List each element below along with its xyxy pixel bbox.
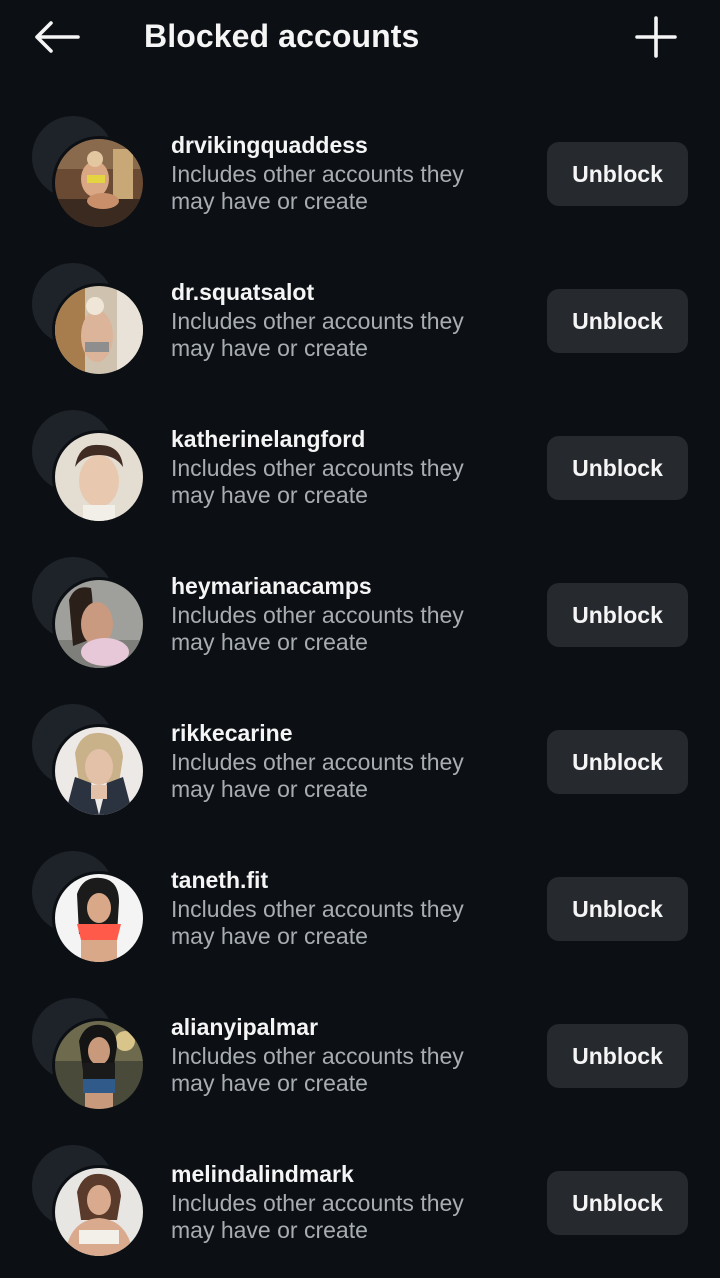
profile-photo	[55, 1168, 143, 1256]
account-note-line-2: may have or create	[171, 335, 368, 361]
avatar-front	[52, 724, 146, 818]
account-info: heymarianacamps Includes other accounts …	[171, 571, 521, 656]
avatar-front	[52, 283, 146, 377]
list-item: rikkecarine Includes other accounts they…	[0, 688, 720, 835]
avatar[interactable]	[32, 704, 146, 818]
account-note-line-2: may have or create	[171, 1070, 368, 1096]
account-note-line-2: may have or create	[171, 1217, 368, 1243]
account-note-line-1: Includes other accounts they	[171, 161, 464, 187]
avatar[interactable]	[32, 851, 146, 965]
blocked-accounts-list: drvikingquaddess Includes other accounts…	[0, 100, 720, 1276]
account-note-line-1: Includes other accounts they	[171, 602, 464, 628]
avatar-front	[52, 1165, 146, 1259]
unblock-button[interactable]: Unblock	[547, 1171, 688, 1235]
profile-photo	[55, 433, 143, 521]
list-item: taneth.fit Includes other accounts they …	[0, 835, 720, 982]
unblock-button[interactable]: Unblock	[547, 436, 688, 500]
list-item: drvikingquaddess Includes other accounts…	[0, 100, 720, 247]
profile-photo	[55, 874, 143, 962]
account-info: alianyipalmar Includes other accounts th…	[171, 1012, 521, 1097]
plus-icon	[635, 16, 677, 58]
unblock-button[interactable]: Unblock	[547, 1024, 688, 1088]
unblock-button[interactable]: Unblock	[547, 583, 688, 647]
account-note-line-1: Includes other accounts they	[171, 896, 464, 922]
unblock-button[interactable]: Unblock	[547, 289, 688, 353]
profile-photo	[55, 580, 143, 668]
profile-photo	[55, 1021, 143, 1109]
add-blocked-account-button[interactable]	[628, 12, 684, 62]
account-info: taneth.fit Includes other accounts they …	[171, 865, 521, 950]
profile-photo	[55, 286, 143, 374]
unblock-button[interactable]: Unblock	[547, 730, 688, 794]
avatar[interactable]	[32, 557, 146, 671]
account-info: katherinelangford Includes other account…	[171, 424, 521, 509]
profile-photo	[55, 727, 143, 815]
blocked-accounts-screen: Blocked accounts drvikingquaddess Includ…	[0, 0, 720, 1278]
account-note-line-2: may have or create	[171, 923, 368, 949]
account-info: drvikingquaddess Includes other accounts…	[171, 130, 521, 215]
avatar[interactable]	[32, 116, 146, 230]
account-note-line-1: Includes other accounts they	[171, 1043, 464, 1069]
list-item: katherinelangford Includes other account…	[0, 394, 720, 541]
avatar-front	[52, 430, 146, 524]
header-bar: Blocked accounts	[0, 0, 720, 76]
profile-photo	[55, 139, 143, 227]
arrow-left-icon	[35, 21, 80, 53]
list-item: alianyipalmar Includes other accounts th…	[0, 982, 720, 1129]
avatar[interactable]	[32, 998, 146, 1112]
list-item: dr.squatsalot Includes other accounts th…	[0, 247, 720, 394]
username[interactable]: melindalindmark	[171, 1159, 521, 1189]
list-item: melindalindmark Includes other accounts …	[0, 1129, 720, 1276]
account-note-line-1: Includes other accounts they	[171, 1190, 464, 1216]
account-note-line-2: may have or create	[171, 629, 368, 655]
avatar-front	[52, 871, 146, 965]
account-info: melindalindmark Includes other accounts …	[171, 1159, 521, 1244]
avatar-front	[52, 136, 146, 230]
username[interactable]: taneth.fit	[171, 865, 521, 895]
page-title: Blocked accounts	[144, 18, 420, 54]
username[interactable]: katherinelangford	[171, 424, 521, 454]
list-item: heymarianacamps Includes other accounts …	[0, 541, 720, 688]
account-note-line-1: Includes other accounts they	[171, 308, 464, 334]
avatar-front	[52, 1018, 146, 1112]
account-info: dr.squatsalot Includes other accounts th…	[171, 277, 521, 362]
username[interactable]: heymarianacamps	[171, 571, 521, 601]
account-note-line-2: may have or create	[171, 188, 368, 214]
account-note-line-1: Includes other accounts they	[171, 455, 464, 481]
account-note-line-2: may have or create	[171, 482, 368, 508]
avatar[interactable]	[32, 1145, 146, 1259]
unblock-button[interactable]: Unblock	[547, 142, 688, 206]
unblock-button[interactable]: Unblock	[547, 877, 688, 941]
username[interactable]: alianyipalmar	[171, 1012, 521, 1042]
back-button[interactable]	[28, 14, 84, 60]
username[interactable]: drvikingquaddess	[171, 130, 521, 160]
avatar[interactable]	[32, 410, 146, 524]
account-info: rikkecarine Includes other accounts they…	[171, 718, 521, 803]
avatar-front	[52, 577, 146, 671]
account-note-line-1: Includes other accounts they	[171, 749, 464, 775]
avatar[interactable]	[32, 263, 146, 377]
username[interactable]: dr.squatsalot	[171, 277, 521, 307]
username[interactable]: rikkecarine	[171, 718, 521, 748]
account-note-line-2: may have or create	[171, 776, 368, 802]
